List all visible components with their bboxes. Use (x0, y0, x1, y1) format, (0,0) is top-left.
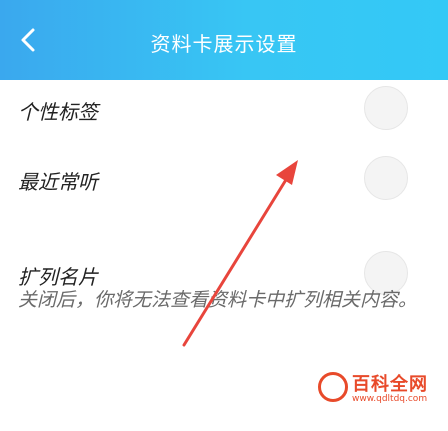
watermark-ring-icon (318, 372, 348, 402)
watermark-name: 百科全网 (352, 374, 428, 395)
watermark-logo: 百科全网 www.qdltdq.com (318, 368, 438, 410)
watermark-url: www.qdltdq.com (352, 394, 428, 404)
arrow-shaft (182, 168, 294, 347)
annotation-arrow (182, 160, 298, 347)
arrow-head (276, 160, 298, 185)
